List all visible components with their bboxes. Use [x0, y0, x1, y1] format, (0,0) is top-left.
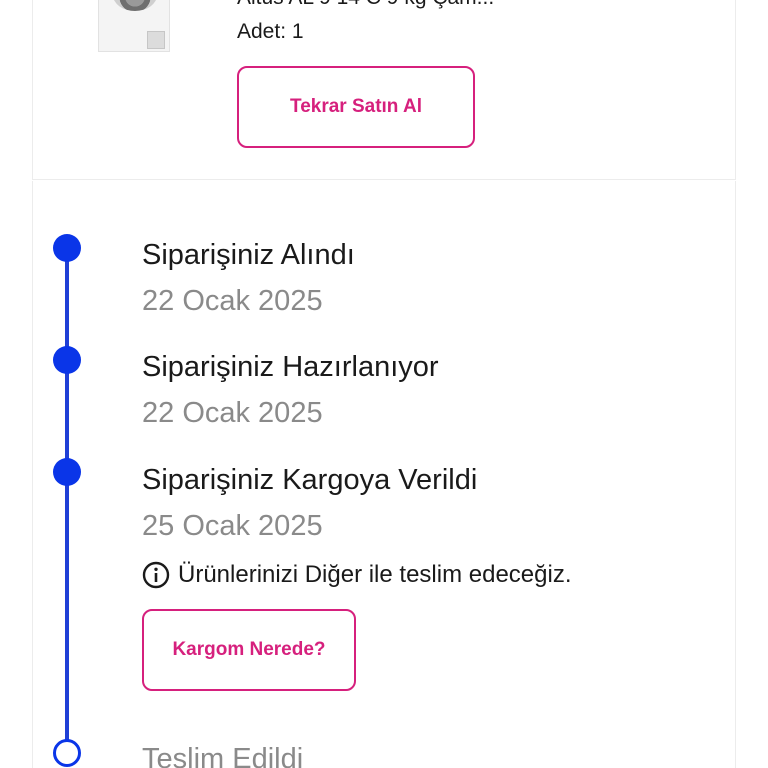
- step-date-ordered: 22 Ocak 2025: [142, 285, 323, 317]
- shipping-info: Ürünlerinizi Diğer ile teslim edeceğiz.: [142, 561, 571, 589]
- step-date-shipped: 25 Ocak 2025: [142, 510, 323, 542]
- washing-machine-drum-icon: [113, 0, 157, 11]
- order-detail-screen: Altus AL 9 14 C 9 kg Çam... Adet: 1 Tekr…: [0, 0, 768, 768]
- step-title-ordered: Siparişiniz Alındı: [142, 239, 355, 271]
- product-card: Altus AL 9 14 C 9 kg Çam... Adet: 1 Tekr…: [32, 0, 736, 180]
- order-status-timeline: Siparişiniz Alındı 22 Ocak 2025 Siparişi…: [32, 181, 736, 768]
- shipping-info-text: Ürünlerinizi Diğer ile teslim edeceğiz.: [178, 561, 572, 588]
- step-title-preparing: Siparişiniz Hazırlanıyor: [142, 351, 439, 383]
- product-image[interactable]: [98, 0, 170, 52]
- buy-again-button[interactable]: Tekrar Satın Al: [237, 66, 475, 148]
- step-title-shipped: Siparişiniz Kargoya Verildi: [142, 464, 478, 496]
- step-dot-shipped: [53, 458, 81, 486]
- step-dot-ordered: [53, 234, 81, 262]
- step-dot-preparing: [53, 346, 81, 374]
- product-quantity: Adet: 1: [237, 20, 304, 43]
- track-shipment-button[interactable]: Kargom Nerede?: [142, 609, 356, 691]
- info-circle-icon: [142, 561, 170, 589]
- step-dot-delivered: [53, 739, 81, 767]
- step-title-delivered: Teslim Edildi: [142, 743, 304, 768]
- washing-machine-panel-icon: [147, 31, 165, 49]
- timeline-line: [65, 248, 69, 748]
- step-date-preparing: 22 Ocak 2025: [142, 397, 323, 429]
- product-name[interactable]: Altus AL 9 14 C 9 kg Çam...: [237, 0, 494, 10]
